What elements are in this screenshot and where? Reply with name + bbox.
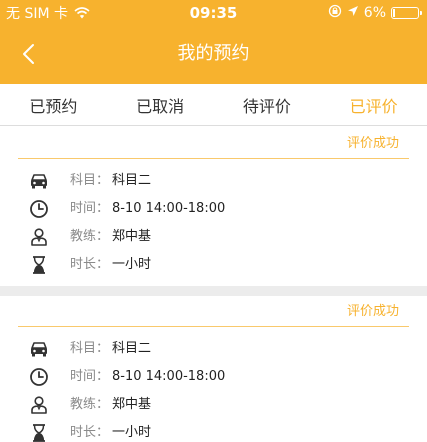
time-label: 时间： xyxy=(70,369,110,384)
page-title: 我的预约 xyxy=(177,43,250,64)
time-row: 时间： 8-10 14:00-18:00 xyxy=(0,364,427,390)
tab-booked[interactable]: 已预约 xyxy=(0,84,107,125)
duration-row: 时长： 一小时 xyxy=(0,252,427,278)
orientation-lock-icon xyxy=(328,4,342,22)
duration-label: 时长： xyxy=(70,257,110,272)
time-label: 时间： xyxy=(70,201,110,216)
duration-value: 一小时 xyxy=(112,425,152,440)
battery-percent: 6% xyxy=(363,5,386,21)
duration-value: 一小时 xyxy=(112,257,152,272)
tab-cancelled[interactable]: 已取消 xyxy=(107,84,214,125)
clock-icon xyxy=(29,199,49,219)
coach-person-icon xyxy=(29,227,49,247)
subject-label: 科目： xyxy=(70,173,110,188)
subject-value: 科目二 xyxy=(112,341,152,356)
coach-row: 教练： 郑中基 xyxy=(0,392,427,418)
card-divider xyxy=(18,158,409,159)
coach-value: 郑中基 xyxy=(112,229,152,244)
tab-pending-review[interactable]: 待评价 xyxy=(214,84,321,125)
tab-reviewed[interactable]: 已评价 xyxy=(320,84,427,125)
time-value: 8-10 14:00-18:00 xyxy=(112,201,226,216)
coach-person-icon xyxy=(29,395,49,415)
battery-level xyxy=(393,9,395,17)
car-icon xyxy=(29,171,49,191)
tab-bar: 已预约 已取消 待评价 已评价 xyxy=(0,84,427,126)
battery-icon xyxy=(391,7,422,19)
nav-bar: 我的预约 xyxy=(0,26,427,84)
card-divider xyxy=(18,326,409,327)
subject-row: 科目： 科目二 xyxy=(0,336,427,362)
coach-value: 郑中基 xyxy=(112,397,152,412)
status-bar: 无 SIM 卡 09:35 6% xyxy=(0,0,427,26)
subject-label: 科目： xyxy=(70,341,110,356)
location-icon xyxy=(347,5,359,21)
coach-label: 教练： xyxy=(70,397,110,412)
duration-row: 时长： 一小时 xyxy=(0,420,427,442)
car-icon xyxy=(29,339,49,359)
hourglass-icon xyxy=(29,423,49,442)
coach-row: 教练： 郑中基 xyxy=(0,224,427,250)
subject-value: 科目二 xyxy=(112,173,152,188)
review-status-badge: 评价成功 xyxy=(346,136,399,151)
booking-card[interactable]: 评价成功 科目： 科目二 时间： 8-10 14:00-18:00 教练： 郑中… xyxy=(0,302,427,442)
time-value: 8-10 14:00-18:00 xyxy=(112,369,226,384)
duration-label: 时长： xyxy=(70,425,110,440)
card-separator xyxy=(0,286,427,296)
booking-card[interactable]: 评价成功 科目： 科目二 时间： 8-10 14:00-18:00 教练： 郑中… xyxy=(0,134,427,286)
hourglass-icon xyxy=(29,255,49,275)
clock-icon xyxy=(29,367,49,387)
app-header: 无 SIM 卡 09:35 6% 我的预约 xyxy=(0,0,427,84)
coach-label: 教练： xyxy=(70,229,110,244)
subject-row: 科目： 科目二 xyxy=(0,168,427,194)
review-status-badge: 评价成功 xyxy=(346,304,399,319)
time-row: 时间： 8-10 14:00-18:00 xyxy=(0,196,427,222)
status-right: 6% xyxy=(328,4,422,22)
